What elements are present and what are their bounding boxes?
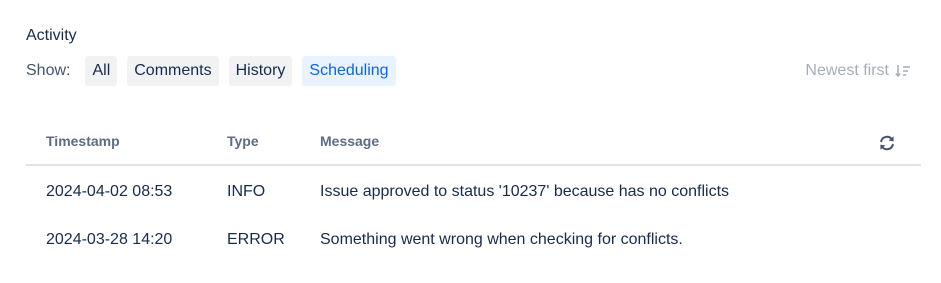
table-row: 2024-03-28 14:20 ERROR Something went wr… xyxy=(26,228,921,252)
activity-table-header: Timestamp Type Message xyxy=(26,122,921,166)
sort-order-label: Newest first xyxy=(805,62,889,79)
filter-all-button[interactable]: All xyxy=(85,56,118,86)
refresh-button[interactable] xyxy=(875,131,899,155)
refresh-icon xyxy=(880,135,894,151)
row-timestamp: 2024-04-02 08:53 xyxy=(46,183,173,200)
column-header-message: Message xyxy=(320,133,380,149)
row-timestamp: 2024-03-28 14:20 xyxy=(46,231,173,248)
activity-title: Activity xyxy=(26,27,77,44)
row-message: Something went wrong when checking for c… xyxy=(320,231,683,248)
column-header-timestamp: Timestamp xyxy=(46,133,120,149)
filter-comments-button[interactable]: Comments xyxy=(127,56,219,86)
sort-order-button[interactable]: Newest first xyxy=(805,56,911,86)
column-header-type: Type xyxy=(227,133,259,149)
row-type: INFO xyxy=(227,183,266,200)
filter-history-button[interactable]: History xyxy=(228,56,293,86)
show-label: Show: xyxy=(26,62,71,79)
sort-descending-icon xyxy=(895,65,910,78)
filter-scheduling-button[interactable]: Scheduling xyxy=(302,56,396,86)
table-row: 2024-04-02 08:53 INFO Issue approved to … xyxy=(26,180,921,204)
activity-filter-bar: Show: All Comments History Scheduling xyxy=(26,56,406,86)
row-type: ERROR xyxy=(227,231,285,248)
row-message: Issue approved to status '10237' because… xyxy=(320,183,730,200)
